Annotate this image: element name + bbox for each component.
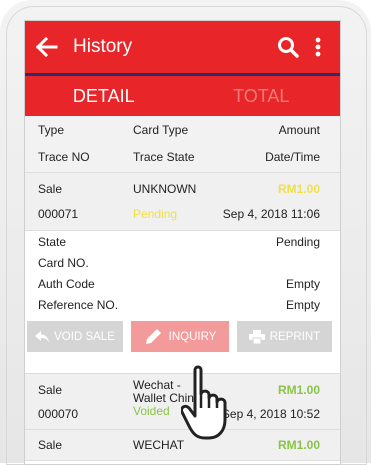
detail-reference-label: Reference NO. bbox=[38, 298, 119, 312]
detail-state-value: Pending bbox=[275, 235, 320, 249]
txn-card-type: UNKNOWN bbox=[133, 182, 197, 196]
pencil-icon bbox=[145, 328, 161, 344]
txn-type: Sale bbox=[38, 383, 63, 397]
tab-bar: DETAIL TOTAL bbox=[25, 76, 340, 116]
inquiry-label: INQUIRY bbox=[168, 330, 217, 343]
txn-trace-state: Voided bbox=[133, 404, 170, 418]
txn-trace-no: 000071 bbox=[38, 207, 79, 221]
header-datetime: Date/Time bbox=[265, 150, 320, 164]
inquiry-button[interactable]: INQUIRY bbox=[131, 321, 229, 352]
txn-amount: RM1.00 bbox=[277, 383, 320, 397]
tab-total[interactable]: TOTAL bbox=[183, 76, 341, 116]
reprint-label: REPRINT bbox=[269, 330, 321, 343]
txn-amount: RM1.00 bbox=[277, 438, 320, 452]
detail-auth-code-label: Auth Code bbox=[38, 277, 95, 291]
reprint-button[interactable]: REPRINT bbox=[237, 321, 332, 352]
txn-card-type-line1: Wechat - bbox=[133, 378, 181, 392]
search-icon[interactable] bbox=[276, 35, 300, 59]
txn-type: Sale bbox=[38, 438, 63, 452]
hand-pointer-icon bbox=[181, 365, 227, 440]
back-arrow-icon[interactable] bbox=[35, 35, 59, 59]
page-title: History bbox=[73, 36, 133, 57]
detail-auth-code-value: Empty bbox=[285, 277, 320, 291]
printer-icon bbox=[248, 329, 265, 344]
txn-card-type: WECHAT bbox=[133, 438, 185, 452]
detail-state-label: State bbox=[38, 235, 67, 249]
header-trace-no: Trace NO bbox=[38, 150, 90, 164]
txn-trace-state: Pending bbox=[133, 207, 178, 221]
device-frame: History DETAIL TOTAL Type Card Type Amou… bbox=[0, 0, 371, 465]
tab-detail[interactable]: DETAIL bbox=[25, 76, 183, 116]
void-sale-label: VOID SALE bbox=[54, 330, 115, 343]
txn-amount: RM1.00 bbox=[277, 182, 320, 196]
header-card-type: Card Type bbox=[133, 123, 189, 137]
app-bar: History bbox=[25, 21, 340, 73]
transaction-detail: State Pending Card NO. Auth Code Empty R… bbox=[25, 231, 340, 321]
header-type: Type bbox=[38, 123, 65, 137]
column-header: Type Card Type Amount Trace NO Trace Sta… bbox=[25, 116, 340, 173]
header-trace-state: Trace State bbox=[133, 150, 195, 164]
txn-datetime: Sep 4, 2018 11:06 bbox=[222, 207, 320, 221]
detail-reference-value: Empty bbox=[285, 298, 320, 312]
reply-arrow-icon bbox=[35, 330, 50, 342]
void-sale-button[interactable]: VOID SALE bbox=[27, 321, 123, 352]
table-row[interactable]: Sale UNKNOWN RM1.00 000071 Pending Sep 4… bbox=[25, 173, 340, 231]
more-vert-icon[interactable] bbox=[306, 35, 330, 59]
detail-card-no-label: Card NO. bbox=[38, 256, 89, 270]
txn-type: Sale bbox=[38, 182, 63, 196]
header-amount: Amount bbox=[278, 123, 320, 137]
txn-trace-no: 000070 bbox=[38, 407, 79, 421]
